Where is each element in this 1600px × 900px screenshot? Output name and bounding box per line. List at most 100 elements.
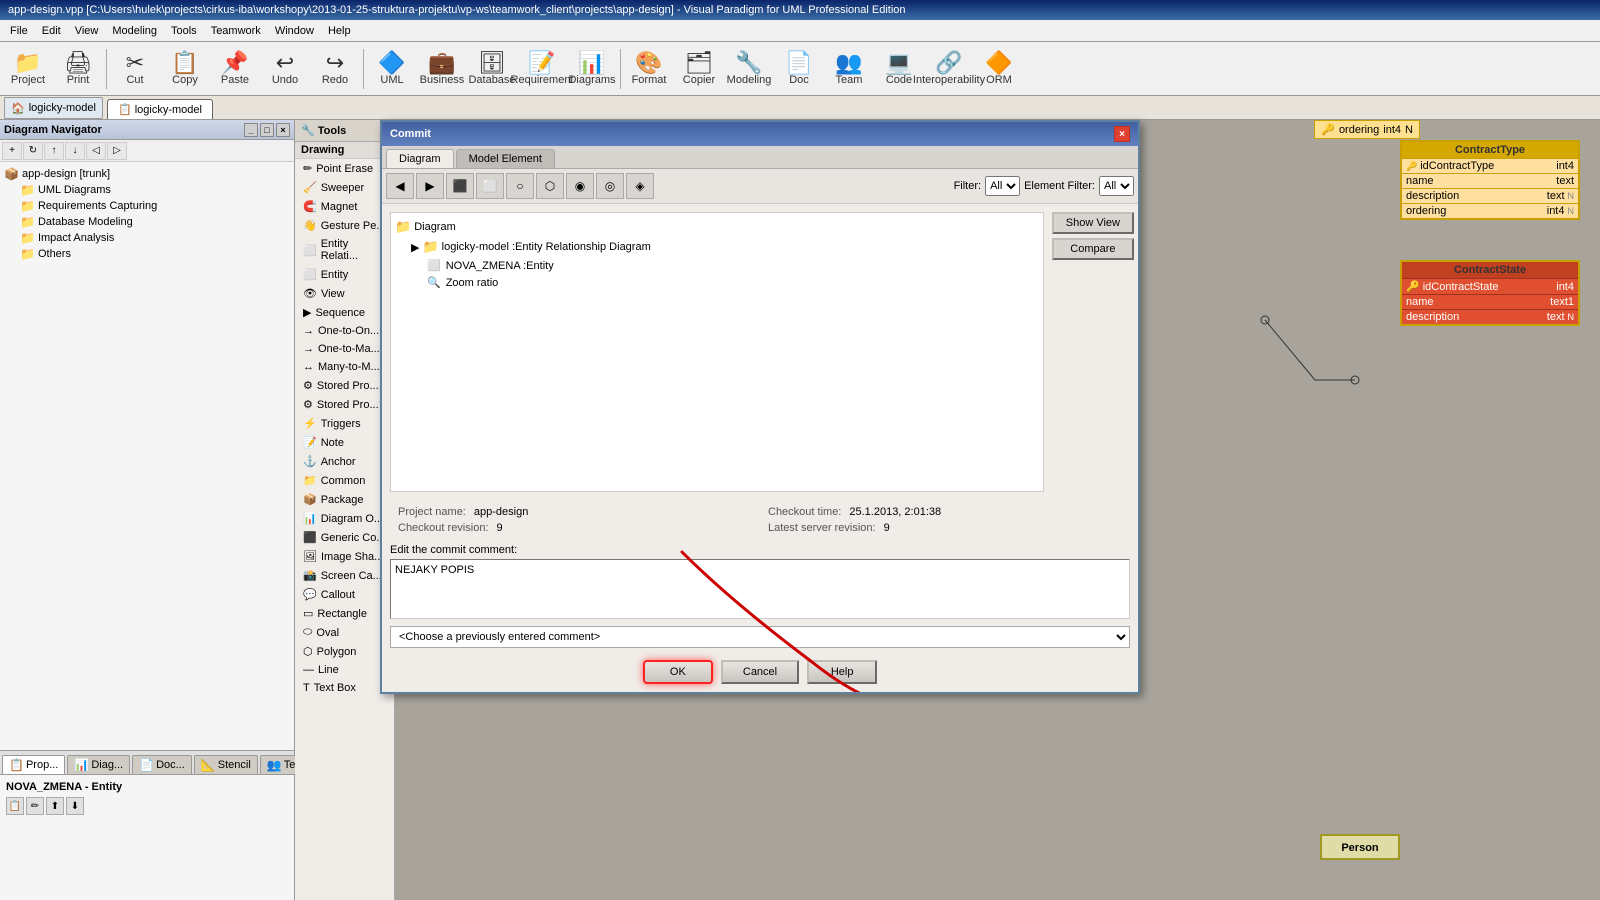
- modal-tb-btn3[interactable]: ⬛: [446, 173, 474, 199]
- toolbar-copier[interactable]: 🗂 Copier: [675, 45, 723, 93]
- copier-icon: 🗂: [685, 52, 713, 74]
- modal-tb-btn5[interactable]: ○: [506, 173, 534, 199]
- prop-tab-icon: 📋: [9, 758, 24, 772]
- nav-up-btn[interactable]: ↑: [44, 142, 64, 160]
- modal-tree-diagram[interactable]: 📁 Diagram: [395, 217, 1039, 237]
- bottom-tabs: 📋 Prop... 📊 Diag... 📄 Doc... 📐 Stencil 👥: [0, 751, 294, 775]
- nav-panel-close[interactable]: ×: [276, 123, 290, 137]
- menu-tools[interactable]: Tools: [165, 23, 203, 39]
- toolbar-orm[interactable]: 🔶 ORM: [975, 45, 1023, 93]
- modal-title: Commit: [390, 128, 431, 140]
- modal-tb-btn4[interactable]: ⬜: [476, 173, 504, 199]
- checkout-rev-label: Checkout revision:: [398, 522, 489, 534]
- toolbar-database[interactable]: 🗄 Database: [468, 45, 516, 93]
- modal-tb-btn9[interactable]: ◈: [626, 173, 654, 199]
- menu-teamwork[interactable]: Teamwork: [205, 23, 267, 39]
- diagram-tab-logicky-model[interactable]: 📋 logicky-model: [107, 99, 213, 119]
- modal-tb-btn2[interactable]: ▶: [416, 173, 444, 199]
- uml-folder-icon: 📁: [20, 183, 35, 197]
- comment-textarea[interactable]: NEJAKY POPIS: [390, 559, 1130, 619]
- toolbar-doc[interactable]: 📄 Doc: [775, 45, 823, 93]
- tree-item-requirements[interactable]: 📁 Requirements Capturing: [20, 198, 290, 214]
- tree-item-impact[interactable]: 📁 Impact Analysis: [20, 230, 290, 246]
- callout-icon: 💬: [303, 588, 317, 601]
- toolbar-redo[interactable]: ↪ Redo: [311, 45, 359, 93]
- toolbar-paste[interactable]: 📌 Paste: [211, 45, 259, 93]
- tree-item-uml[interactable]: 📁 UML Diagrams: [20, 182, 290, 198]
- nav-down-btn[interactable]: ↓: [65, 142, 85, 160]
- modal-tab-model-element[interactable]: Model Element: [456, 149, 555, 168]
- toolbar-cut[interactable]: ✂ Cut: [111, 45, 159, 93]
- tree-item-database[interactable]: 📁 Database Modeling: [20, 214, 290, 230]
- toolbar-team[interactable]: 👥 Team: [825, 45, 873, 93]
- tree-item-appdesign[interactable]: 📦 app-design [trunk]: [4, 166, 290, 182]
- modal-tab-diagram[interactable]: Diagram: [386, 149, 454, 168]
- nav-collapse-btn[interactable]: ◁: [86, 142, 106, 160]
- tab-stencil[interactable]: 📐 Stencil: [194, 755, 258, 774]
- tree-item-others[interactable]: 📁 Others: [20, 246, 290, 262]
- menu-view[interactable]: View: [69, 23, 105, 39]
- modal-tb-btn1[interactable]: ◀: [386, 173, 414, 199]
- modal-close-button[interactable]: ×: [1114, 126, 1130, 142]
- tab-doc[interactable]: 📄 Doc...: [132, 755, 192, 774]
- toolbar-copy[interactable]: 📋 Copy: [161, 45, 209, 93]
- modal-tb-btn8[interactable]: ◎: [596, 173, 624, 199]
- menu-file[interactable]: File: [4, 23, 34, 39]
- help-button[interactable]: Help: [807, 660, 877, 684]
- toolbar-print[interactable]: 🖨 Print: [54, 45, 102, 93]
- toolbar-project[interactable]: 📁 Project: [4, 45, 52, 93]
- menu-edit[interactable]: Edit: [36, 23, 67, 39]
- nav-panel-maximize[interactable]: □: [260, 123, 274, 137]
- cancel-button[interactable]: Cancel: [721, 660, 799, 684]
- requirement-icon: 📝: [528, 52, 555, 74]
- database-icon: 🗄: [478, 52, 506, 74]
- db-folder-icon: 📁: [20, 215, 35, 229]
- element-filter-dropdown[interactable]: All: [1099, 176, 1134, 196]
- magnet-icon: 🧲: [303, 200, 317, 213]
- prop-btn-2[interactable]: ✏: [26, 797, 44, 815]
- tab-property[interactable]: 📋 Prop...: [2, 755, 65, 774]
- property-title: NOVA_ZMENA - Entity: [4, 779, 290, 795]
- modal-fields: Project name: app-design Checkout time: …: [382, 500, 1138, 544]
- modal-tb-btn7[interactable]: ◉: [566, 173, 594, 199]
- toolbar-requirement[interactable]: 📝 Requirement: [518, 45, 566, 93]
- nav-refresh-btn[interactable]: ↻: [23, 142, 43, 160]
- title-text: app-design.vpp [C:\Users\hulek\projects\…: [8, 4, 906, 16]
- compare-button[interactable]: Compare: [1052, 238, 1134, 260]
- toolbar-undo[interactable]: ↩ Undo: [261, 45, 309, 93]
- prop-btn-1[interactable]: 📋: [6, 797, 24, 815]
- nav-add-btn[interactable]: +: [2, 142, 22, 160]
- modal-tree-nova-zmena[interactable]: ⬜ NOVA_ZMENA :Entity: [427, 257, 1039, 274]
- person-box: Person: [1320, 834, 1400, 860]
- line-icon: —: [303, 664, 314, 676]
- business-icon: 💼: [428, 52, 455, 74]
- nav-expand-btn[interactable]: ▷: [107, 142, 127, 160]
- entity-rel-icon: ⬜: [303, 244, 317, 257]
- server-rev-value: 9: [884, 522, 890, 534]
- modal-tree-logicky-model[interactable]: ▶ 📁 logicky-model :Entity Relationship D…: [411, 237, 1039, 257]
- toolbar-uml[interactable]: 🔷 UML: [368, 45, 416, 93]
- toolbar-format[interactable]: 🎨 Format: [625, 45, 673, 93]
- modal-tree-zoom[interactable]: 🔍 Zoom ratio: [427, 274, 1039, 291]
- nav-panel-minimize[interactable]: _: [244, 123, 258, 137]
- paste-icon: 📌: [221, 52, 248, 74]
- tab-diagram[interactable]: 📊 Diag...: [67, 755, 130, 774]
- image-shape-icon: 🖼: [303, 550, 317, 563]
- menu-modeling[interactable]: Modeling: [106, 23, 163, 39]
- menu-help[interactable]: Help: [322, 23, 357, 39]
- toolbar-business[interactable]: 💼 Business: [418, 45, 466, 93]
- toolbar-interoperability[interactable]: 🔗 Interoperability: [925, 45, 973, 93]
- modal-toolbar: ◀ ▶ ⬛ ⬜ ○ ⬡ ◉ ◎ ◈ Filter: All Element Fi…: [382, 169, 1138, 204]
- prop-btn-3[interactable]: ⬆: [46, 797, 64, 815]
- nav-toolbar: + ↻ ↑ ↓ ◁ ▷: [0, 140, 294, 162]
- show-view-button[interactable]: Show View: [1052, 212, 1134, 234]
- toolbar-diagrams[interactable]: 📊 Diagrams: [568, 45, 616, 93]
- modal-tb-btn6[interactable]: ⬡: [536, 173, 564, 199]
- toolbar-modeling[interactable]: 🔧 Modeling: [725, 45, 773, 93]
- prop-btn-4[interactable]: ⬇: [66, 797, 84, 815]
- menu-window[interactable]: Window: [269, 23, 320, 39]
- ok-button[interactable]: OK: [643, 660, 713, 684]
- previous-comment-dropdown[interactable]: <Choose a previously entered comment>: [390, 626, 1130, 648]
- zoom-icon: 🔍: [427, 276, 441, 289]
- filter-dropdown[interactable]: All: [985, 176, 1020, 196]
